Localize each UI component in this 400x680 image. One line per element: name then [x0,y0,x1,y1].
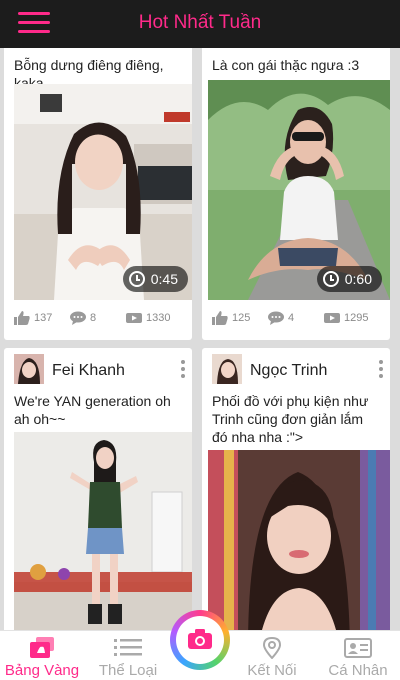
more-options-icon[interactable] [378,360,384,378]
view-count: 1330 [146,312,171,324]
like-count: 125 [232,312,251,324]
tab-label: Cá Nhân [328,662,388,679]
comment-count: 4 [288,312,295,324]
comment-stat[interactable]: 8 [70,311,126,325]
post-caption: Là con gái thặc ngưa :3 [212,57,360,73]
video-card[interactable]: Bỗng dưng điêng điêng, kaka 0:45 137 8 1… [4,48,192,340]
username[interactable]: Fei Khanh [52,362,125,380]
location-pin-icon [262,637,282,659]
view-stat: 1330 [126,311,182,325]
video-card[interactable]: Fei Khanh We're YAN generation oh ah oh~… [4,348,192,630]
video-thumbnail[interactable] [208,450,390,630]
video-thumbnail-image [14,432,192,630]
video-thumbnail-image [208,450,390,630]
more-options-icon[interactable] [180,360,186,378]
username[interactable]: Ngọc Trinh [250,362,327,380]
like-stat[interactable]: 137 [14,311,70,325]
camera-button-inner [176,616,224,664]
comment-count: 8 [90,312,97,324]
video-duration-badge: 0:45 [122,266,188,292]
post-caption: Phối đồ với phụ kiện như Trinh cũng đơn … [212,393,369,445]
tab-ket-noi[interactable]: Kết Nối [232,631,312,680]
avatar-image [212,354,242,384]
tab-label: Thể Loại [98,662,158,679]
post-caption: We're YAN generation oh ah oh~~ [14,393,171,427]
video-duration-badge: 0:60 [316,266,382,292]
profile-card-icon [344,638,372,658]
thumbs-up-icon [212,311,228,325]
video-card[interactable]: Là con gái thặc ngưa :3 0:60 125 4 1295 [202,48,390,340]
like-count: 137 [34,312,53,324]
avatar[interactable] [14,354,44,384]
duration-text: 0:60 [344,271,372,287]
list-icon [114,639,142,656]
comment-stat[interactable]: 4 [268,311,324,325]
avatar[interactable] [212,354,242,384]
video-feed[interactable]: Bỗng dưng điêng điêng, kaka 0:45 137 8 1… [0,48,400,630]
card-header: Ngọc Trinh [202,348,390,392]
video-thumbnail[interactable] [14,432,192,630]
video-card[interactable]: Ngọc Trinh Phối đồ với phụ kiện như Trin… [202,348,390,630]
camera-icon [188,629,212,649]
comment-icon [70,311,86,325]
comment-icon [268,311,284,325]
clock-icon [322,271,339,287]
view-count: 1295 [344,312,369,324]
play-views-icon [324,313,340,323]
page-title: Hot Nhất Tuần [138,12,262,33]
like-stat[interactable]: 125 [212,311,268,325]
tab-the-loai[interactable]: Thể Loại [88,631,168,680]
trophy-cards-icon [30,637,54,658]
top-bar: Hot Nhất Tuần [0,0,400,48]
tab-label: Bảng Vàng [4,662,80,679]
tab-bang-vang[interactable]: Bảng Vàng [2,631,82,680]
camera-record-button[interactable] [170,610,230,670]
duration-text: 0:45 [150,271,178,287]
view-stat: 1295 [324,311,380,325]
play-views-icon [126,313,142,323]
card-header: Fei Khanh [4,348,192,392]
tab-label: Kết Nối [247,662,297,679]
avatar-image [14,354,44,384]
video-thumbnail[interactable]: 0:60 [208,80,390,300]
tab-ca-nhan[interactable]: Cá Nhân [318,631,398,680]
video-thumbnail[interactable]: 0:45 [14,84,192,300]
post-stats: 125 4 1295 [212,308,380,328]
thumbs-up-icon [14,311,30,325]
post-stats: 137 8 1330 [14,308,182,328]
clock-icon [128,271,145,287]
